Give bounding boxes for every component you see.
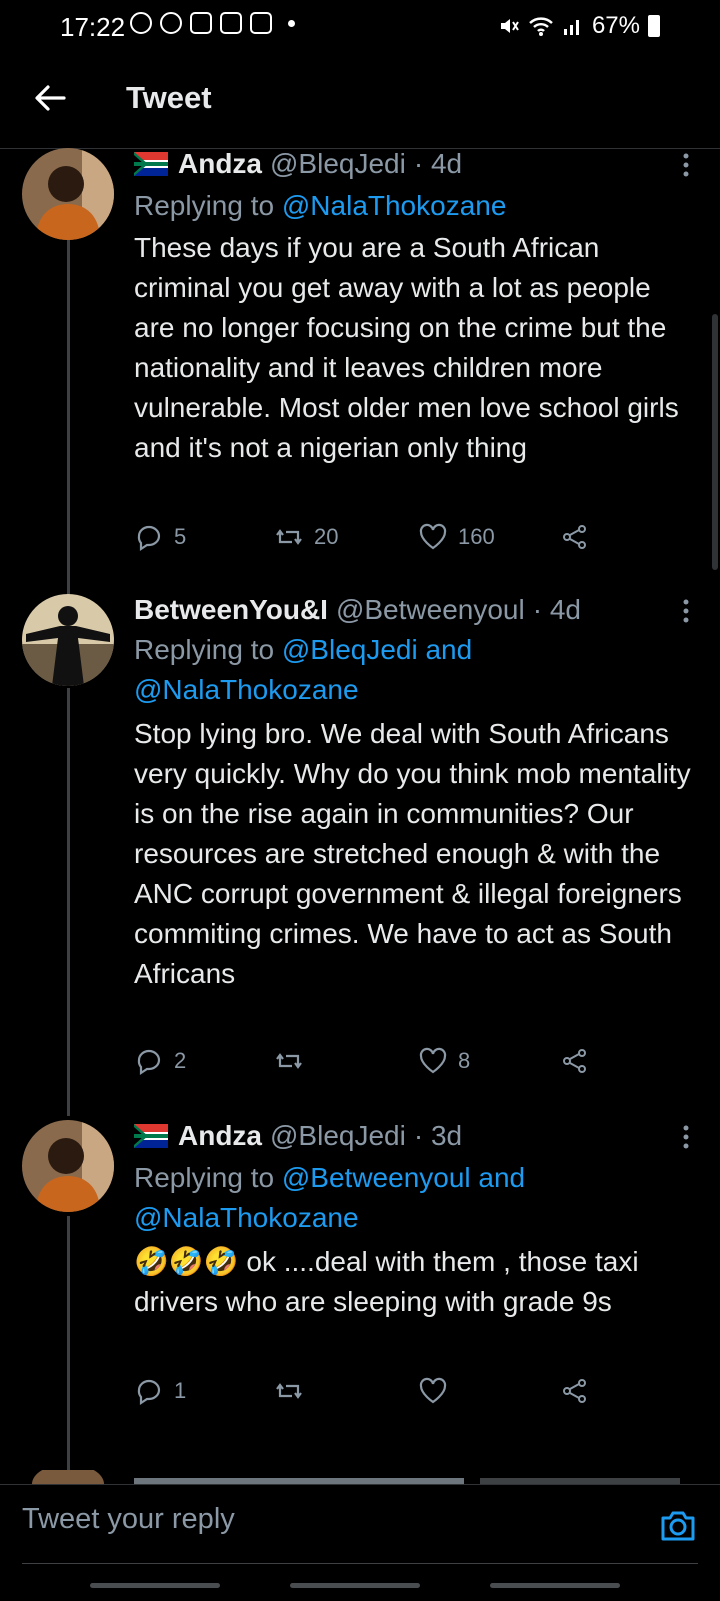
- south-africa-flag-icon: [134, 1124, 168, 1148]
- youtube-icon: [250, 12, 272, 34]
- battery-icon: [648, 15, 660, 37]
- signal-icon: [563, 20, 579, 35]
- whatsapp-icon: [130, 12, 152, 34]
- replying-to: Replying to @BleqJedi and @NalaThokozane: [134, 630, 694, 710]
- nav-home[interactable]: [290, 1583, 420, 1588]
- reply-icon: [137, 1049, 161, 1076]
- south-africa-flag-icon: [134, 152, 168, 176]
- share-icon: [563, 1379, 586, 1403]
- heart-icon: [419, 523, 447, 550]
- share-icon: [563, 1049, 586, 1073]
- handle[interactable]: @Betweenyoul: [336, 594, 525, 626]
- status-bar: 17:22 67%: [0, 0, 720, 56]
- retweet-count: 20: [314, 524, 339, 549]
- replying-label: Replying to: [134, 634, 275, 665]
- notification-icons: [130, 12, 295, 34]
- page-title: Tweet: [126, 80, 212, 115]
- retweet-button[interactable]: 20: [274, 522, 338, 552]
- like-count: 8: [458, 1048, 471, 1073]
- reply-icon: [137, 1379, 161, 1406]
- tweet-header: BetweenYou&I @Betweenyoul · 4d: [134, 594, 581, 626]
- retweet-icon: [276, 1053, 302, 1069]
- share-icon: [563, 525, 586, 549]
- nav-recent-apps[interactable]: [90, 1583, 220, 1588]
- more-notifications-dot: [288, 19, 295, 27]
- handle[interactable]: @BleqJedi: [270, 148, 406, 180]
- avatar[interactable]: [22, 1120, 114, 1212]
- retweet-button[interactable]: [274, 1376, 314, 1406]
- tweet-age: · 4d: [532, 594, 581, 625]
- reply-input-underline: [22, 1563, 698, 1564]
- avatar[interactable]: [22, 594, 114, 686]
- share-button[interactable]: [560, 1046, 590, 1076]
- reply-composer-bar: Tweet your reply: [0, 1484, 720, 1601]
- reply-icon: [137, 525, 161, 552]
- tweet-header: Andza @BleqJedi · 4d: [134, 148, 462, 180]
- reply-button[interactable]: 1: [134, 1376, 186, 1406]
- heart-icon: [419, 1047, 447, 1074]
- nav-back[interactable]: [490, 1583, 620, 1588]
- tweet-actions: 2 8: [134, 1046, 634, 1086]
- reply-button[interactable]: 2: [134, 1046, 186, 1076]
- display-name[interactable]: Andza: [178, 148, 262, 180]
- tweet-text: These days if you are a South African cr…: [134, 232, 679, 463]
- reply-count: 1: [174, 1378, 187, 1403]
- mention-link[interactable]: @NalaThokozane: [282, 190, 507, 221]
- like-button[interactable]: [418, 1376, 458, 1406]
- tweet[interactable]: BetweenYou&I @Betweenyoul · 4d Replying …: [0, 594, 720, 1084]
- download-icon-2: [220, 12, 242, 34]
- mute-icon: [500, 19, 519, 33]
- tweet-text: Stop lying bro. We deal with South Afric…: [134, 718, 691, 989]
- retweet-button[interactable]: [274, 1046, 314, 1076]
- share-button[interactable]: [560, 1376, 590, 1406]
- tweet-age: · 4d: [413, 148, 463, 179]
- camera-icon[interactable]: [658, 1505, 698, 1545]
- tweet[interactable]: Andza @BleqJedi · 3d Replying to @Betwee…: [0, 1120, 720, 1440]
- wifi-icon: [529, 17, 553, 36]
- avatar[interactable]: [22, 148, 114, 240]
- retweet-icon: [276, 529, 302, 545]
- handle[interactable]: @BleqJedi: [270, 1120, 406, 1152]
- like-button[interactable]: 8: [418, 1046, 470, 1076]
- reply-button[interactable]: 5: [134, 522, 186, 552]
- next-tweet-partial[interactable]: [0, 1470, 720, 1484]
- facebook-icon: [160, 12, 182, 34]
- replying-to: Replying to @Betweenyoul and @NalaThokoz…: [134, 1158, 694, 1238]
- top-bar: Tweet: [0, 56, 720, 149]
- like-count: 160: [458, 524, 495, 549]
- more-options-icon[interactable]: [682, 598, 690, 624]
- system-nav-bar: [0, 1583, 720, 1591]
- reply-count: 2: [174, 1048, 187, 1073]
- replying-to: Replying to @NalaThokozane: [134, 186, 694, 226]
- reply-input[interactable]: Tweet your reply: [22, 1503, 235, 1536]
- battery-percent: 67%: [591, 12, 640, 39]
- more-options-icon[interactable]: [682, 152, 690, 178]
- more-options-icon[interactable]: [682, 1124, 690, 1150]
- tweet-age: · 3d: [413, 1120, 463, 1151]
- status-time: 17:22: [60, 12, 126, 42]
- tweet[interactable]: Andza @BleqJedi · 4d Replying to @NalaTh…: [0, 148, 720, 568]
- display-name[interactable]: BetweenYou&I: [134, 594, 328, 626]
- back-arrow-icon[interactable]: [30, 78, 70, 118]
- share-button[interactable]: [560, 522, 590, 552]
- display-name[interactable]: Andza: [178, 1120, 262, 1152]
- tweet-actions: 5 20 160: [134, 522, 634, 562]
- download-icon: [190, 12, 212, 34]
- tweet-header: Andza @BleqJedi · 3d: [134, 1120, 462, 1152]
- like-button[interactable]: 160: [418, 522, 495, 552]
- replying-label: Replying to: [134, 190, 275, 221]
- heart-icon: [419, 1377, 447, 1404]
- next-tweet-avatar-sliver: [32, 1470, 680, 1484]
- reply-count: 5: [174, 524, 187, 549]
- replying-label: Replying to: [134, 1162, 275, 1193]
- tweet-text: 🤣🤣🤣 ok ....deal with them , those taxi d…: [134, 1246, 639, 1317]
- tweet-actions: 1: [134, 1376, 634, 1416]
- retweet-icon: [276, 1383, 302, 1399]
- status-right: 67%: [498, 12, 660, 40]
